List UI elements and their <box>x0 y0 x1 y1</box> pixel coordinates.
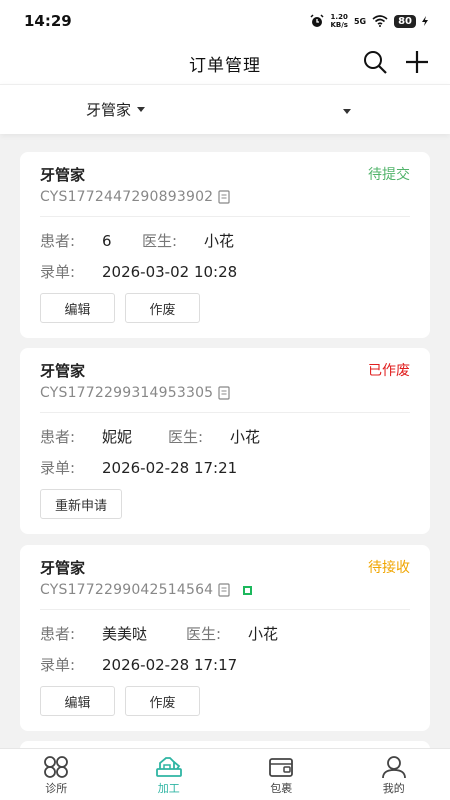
edit-button[interactable]: 编辑 <box>40 293 115 323</box>
divider <box>40 412 410 413</box>
doctor-name: 小花 <box>230 428 261 446</box>
order-card-header: 牙管家 已作废 <box>40 360 410 380</box>
wifi-icon <box>372 15 388 27</box>
tab-profile[interactable]: 我的 <box>338 749 450 800</box>
status-icons: 1.20 KB/s 5G 80 <box>310 13 428 29</box>
order-code: CYS1772447290893902 <box>40 189 230 205</box>
tab-label: 加工 <box>157 782 180 795</box>
patient-doctor-row: 患者: 妮妮 医生: 小花 <box>40 426 260 447</box>
nav-bar: 订单管理 <box>0 42 450 84</box>
doctor-label: 医生: <box>168 428 204 446</box>
entry-date-row: 录单: 2026-02-28 17:21 <box>40 457 237 478</box>
order-lab-name: 牙管家 <box>40 559 86 577</box>
patient-label: 患者: <box>40 232 76 250</box>
order-card[interactable]: 牙管家 已作废 CYS1772299314953305 患者: 妮妮 医生: 小… <box>20 348 430 534</box>
order-code-text: CYS1772299314953305 <box>40 385 214 401</box>
copy-icon[interactable] <box>218 190 230 204</box>
divider <box>40 216 410 217</box>
patient-name: 妮妮 <box>102 428 133 446</box>
order-status: 待接收 <box>368 560 410 576</box>
entry-date: 2026-02-28 17:17 <box>102 655 238 674</box>
reapply-button[interactable]: 重新申请 <box>40 489 122 519</box>
tab-label: 包裹 <box>270 782 293 795</box>
tab-package[interactable]: 包裹 <box>225 749 338 800</box>
entry-date-label: 录单: <box>40 459 76 477</box>
doctor-label: 医生: <box>142 232 178 250</box>
charging-icon <box>422 16 428 26</box>
order-card-header: 牙管家 待接收 <box>40 557 410 577</box>
order-status: 待提交 <box>368 167 410 183</box>
divider <box>40 609 410 610</box>
processing-icon <box>155 757 182 777</box>
signal-5g: 5G <box>353 16 367 26</box>
patient-name: 美美哒 <box>102 625 148 643</box>
net-speed: 1.20 KB/s <box>330 13 347 29</box>
bottom-tab-bar: 诊所 加工 包裹 我的 <box>0 748 450 800</box>
entry-date: 2026-02-28 17:21 <box>102 458 238 477</box>
tab-processing[interactable]: 加工 <box>113 749 226 800</box>
order-card[interactable]: 牙管家 待接收 CYS1772299042514564 患者: 美美哒 医生: … <box>20 545 430 731</box>
chevron-down-icon <box>137 107 146 112</box>
tab-label: 我的 <box>382 782 405 795</box>
search-icon[interactable] <box>362 49 388 75</box>
order-code: CYS1772299314953305 <box>40 385 230 401</box>
filter-bar: 牙管家 <box>0 84 450 134</box>
order-card-header: 牙管家 待提交 <box>40 164 410 184</box>
net-speed-value: 1.20 <box>330 13 348 21</box>
copy-icon[interactable] <box>218 583 230 597</box>
order-code: CYS1772299042514564 <box>40 582 253 598</box>
order-lab-name: 牙管家 <box>40 166 86 184</box>
entry-date-row: 录单: 2026-02-28 17:17 <box>40 654 237 675</box>
patient-label: 患者: <box>40 428 76 446</box>
chevron-down-icon <box>343 109 351 114</box>
status-bar: 14:29 1.20 KB/s 5G 80 <box>0 0 450 42</box>
tab-label: 诊所 <box>45 782 68 795</box>
add-icon[interactable] <box>404 49 430 75</box>
battery-indicator: 80 <box>394 14 416 28</box>
alarm-icon <box>310 14 324 27</box>
status-square-icon <box>243 585 253 595</box>
nav-actions <box>362 49 430 75</box>
entry-date-label: 录单: <box>40 263 76 281</box>
order-lab-name: 牙管家 <box>40 362 86 380</box>
patient-doctor-row: 患者: 6 医生: 小花 <box>40 230 234 251</box>
doctor-name: 小花 <box>204 232 235 250</box>
void-button[interactable]: 作废 <box>125 686 200 716</box>
order-status: 已作废 <box>368 363 410 379</box>
entry-date-label: 录单: <box>40 656 76 674</box>
order-code-text: CYS1772447290893902 <box>40 189 214 205</box>
patient-name: 6 <box>102 231 112 250</box>
patient-doctor-row: 患者: 美美哒 医生: 小花 <box>40 623 278 644</box>
brand-filter-dropdown[interactable]: 牙管家 <box>86 99 146 120</box>
profile-icon <box>381 756 406 779</box>
copy-icon[interactable] <box>218 386 230 400</box>
brand-filter-label: 牙管家 <box>86 101 132 119</box>
page-title: 订单管理 <box>189 55 261 76</box>
entry-date-row: 录单: 2026-03-02 10:28 <box>40 261 237 282</box>
edit-button[interactable]: 编辑 <box>40 686 115 716</box>
void-button[interactable]: 作废 <box>125 293 200 323</box>
clinic-icon <box>44 756 69 778</box>
doctor-label: 医生: <box>186 625 222 643</box>
order-card[interactable]: 牙管家 待提交 CYS1772447290893902 患者: 6 医生: 小花… <box>20 152 430 338</box>
entry-date: 2026-03-02 10:28 <box>102 262 238 281</box>
tab-clinic[interactable]: 诊所 <box>0 749 113 800</box>
status-time: 14:29 <box>24 12 72 30</box>
secondary-filter-dropdown[interactable] <box>343 99 351 118</box>
net-speed-unit: KB/s <box>330 21 348 29</box>
package-icon <box>269 758 294 777</box>
order-code-text: CYS1772299042514564 <box>40 582 214 598</box>
patient-label: 患者: <box>40 625 76 643</box>
doctor-name: 小花 <box>248 625 279 643</box>
